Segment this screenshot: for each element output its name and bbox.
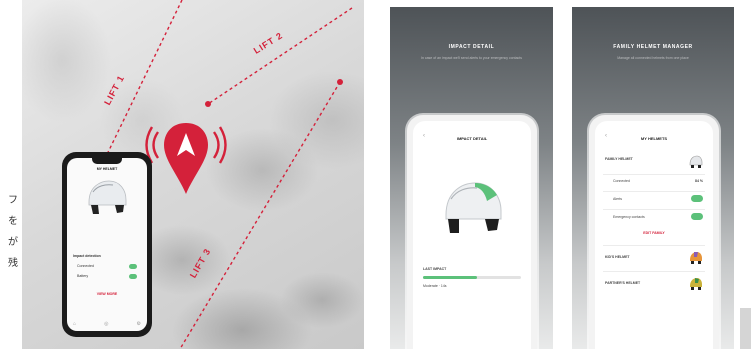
helmet-row-title: FAMILY HELMET — [605, 157, 633, 161]
edit-family-link[interactable]: EDIT FAMILY — [595, 231, 713, 235]
impact-detail-panel: IMPACT DETAIL In case of an impact we'll… — [390, 7, 553, 349]
panel-subtitle: In case of an impact we'll send alerts t… — [420, 56, 523, 60]
settings-icon[interactable]: ⚙ — [137, 321, 141, 327]
impact-level-bar — [423, 276, 521, 279]
screen-title: MY HELMETS — [640, 136, 668, 141]
helmet-icon — [88, 180, 127, 214]
setting-label: Alerts — [613, 197, 622, 201]
phone-screen: ‹ IMPACT DETAIL LAST IMPACT Moderate · 1… — [413, 121, 531, 349]
panel-subtitle: Manage all connected helmets from one pl… — [617, 56, 689, 60]
divider — [603, 191, 705, 192]
lift-2-line — [207, 7, 353, 105]
phone-screen: ‹ MY HELMETS FAMILY HELMET Connected 84 … — [595, 121, 713, 349]
alerts-toggle[interactable] — [691, 195, 703, 202]
phone-toggle[interactable] — [129, 274, 137, 279]
phone-screen: MY HELMET Impact detection Connected Bat… — [67, 158, 147, 331]
impact-level-fill — [423, 276, 477, 279]
phone-toggle[interactable] — [129, 264, 137, 269]
side-caption: フ を が 残 — [0, 190, 18, 274]
divider — [603, 245, 705, 246]
divider — [603, 174, 705, 175]
contacts-toggle[interactable] — [691, 213, 703, 220]
divider — [603, 209, 705, 210]
helmet-thumb-icon — [690, 252, 702, 264]
phone-title: MY HELMET — [96, 167, 118, 171]
screen-title: IMPACT DETAIL — [456, 136, 488, 141]
lift-3-endpoint — [337, 79, 343, 85]
phone-row-label: Battery — [77, 274, 89, 278]
phone-mockup: ‹ IMPACT DETAIL LAST IMPACT Moderate · 1… — [407, 115, 537, 349]
helmet-thumb-icon — [689, 155, 703, 168]
location-pin-icon[interactable] — [145, 118, 227, 198]
helmet-icon — [445, 182, 502, 233]
setting-label: Connected — [613, 179, 630, 183]
side-char: を — [8, 216, 18, 227]
family-helmet-panel: FAMILY HELMET MANAGER Manage all connect… — [572, 7, 734, 349]
side-char: が — [8, 237, 18, 248]
home-icon[interactable]: ⌂ — [73, 321, 76, 327]
phone-notch — [92, 158, 122, 164]
phone-row-label: Connected — [77, 264, 94, 268]
map-icon[interactable]: ◎ — [104, 321, 108, 327]
scroll-corner — [740, 308, 751, 349]
lift-2-endpoint — [205, 101, 211, 107]
helmet-thumb-icon — [690, 278, 702, 290]
impact-label: LAST IMPACT — [423, 267, 447, 271]
impact-detail-text: Moderate · 14s — [423, 284, 447, 288]
phone-mockup: ‹ MY HELMETS FAMILY HELMET Connected 84 … — [589, 115, 719, 349]
helmet-row-title[interactable]: KID'S HELMET — [605, 255, 630, 259]
phone-row-label: Impact detection — [73, 254, 101, 258]
ski-map: LIFT 1 LIFT 2 LIFT 3 MY HELMET Impact de… — [22, 0, 364, 349]
side-char: 残 — [8, 258, 18, 269]
battery-value: 84 % — [695, 179, 703, 183]
panel-title: FAMILY HELMET MANAGER — [613, 44, 693, 50]
view-more-link[interactable]: VIEW MORE — [67, 292, 147, 296]
panel-title: IMPACT DETAIL — [448, 44, 495, 50]
side-char: フ — [8, 195, 18, 206]
setting-label: Emergency contacts — [613, 215, 645, 219]
helmet-row-title[interactable]: PARTNER'S HELMET — [605, 281, 640, 285]
divider — [603, 271, 705, 272]
phone-tab-bar: ⌂ ◎ ⚙ — [73, 321, 141, 327]
phone-mockup: MY HELMET Impact detection Connected Bat… — [62, 152, 152, 337]
